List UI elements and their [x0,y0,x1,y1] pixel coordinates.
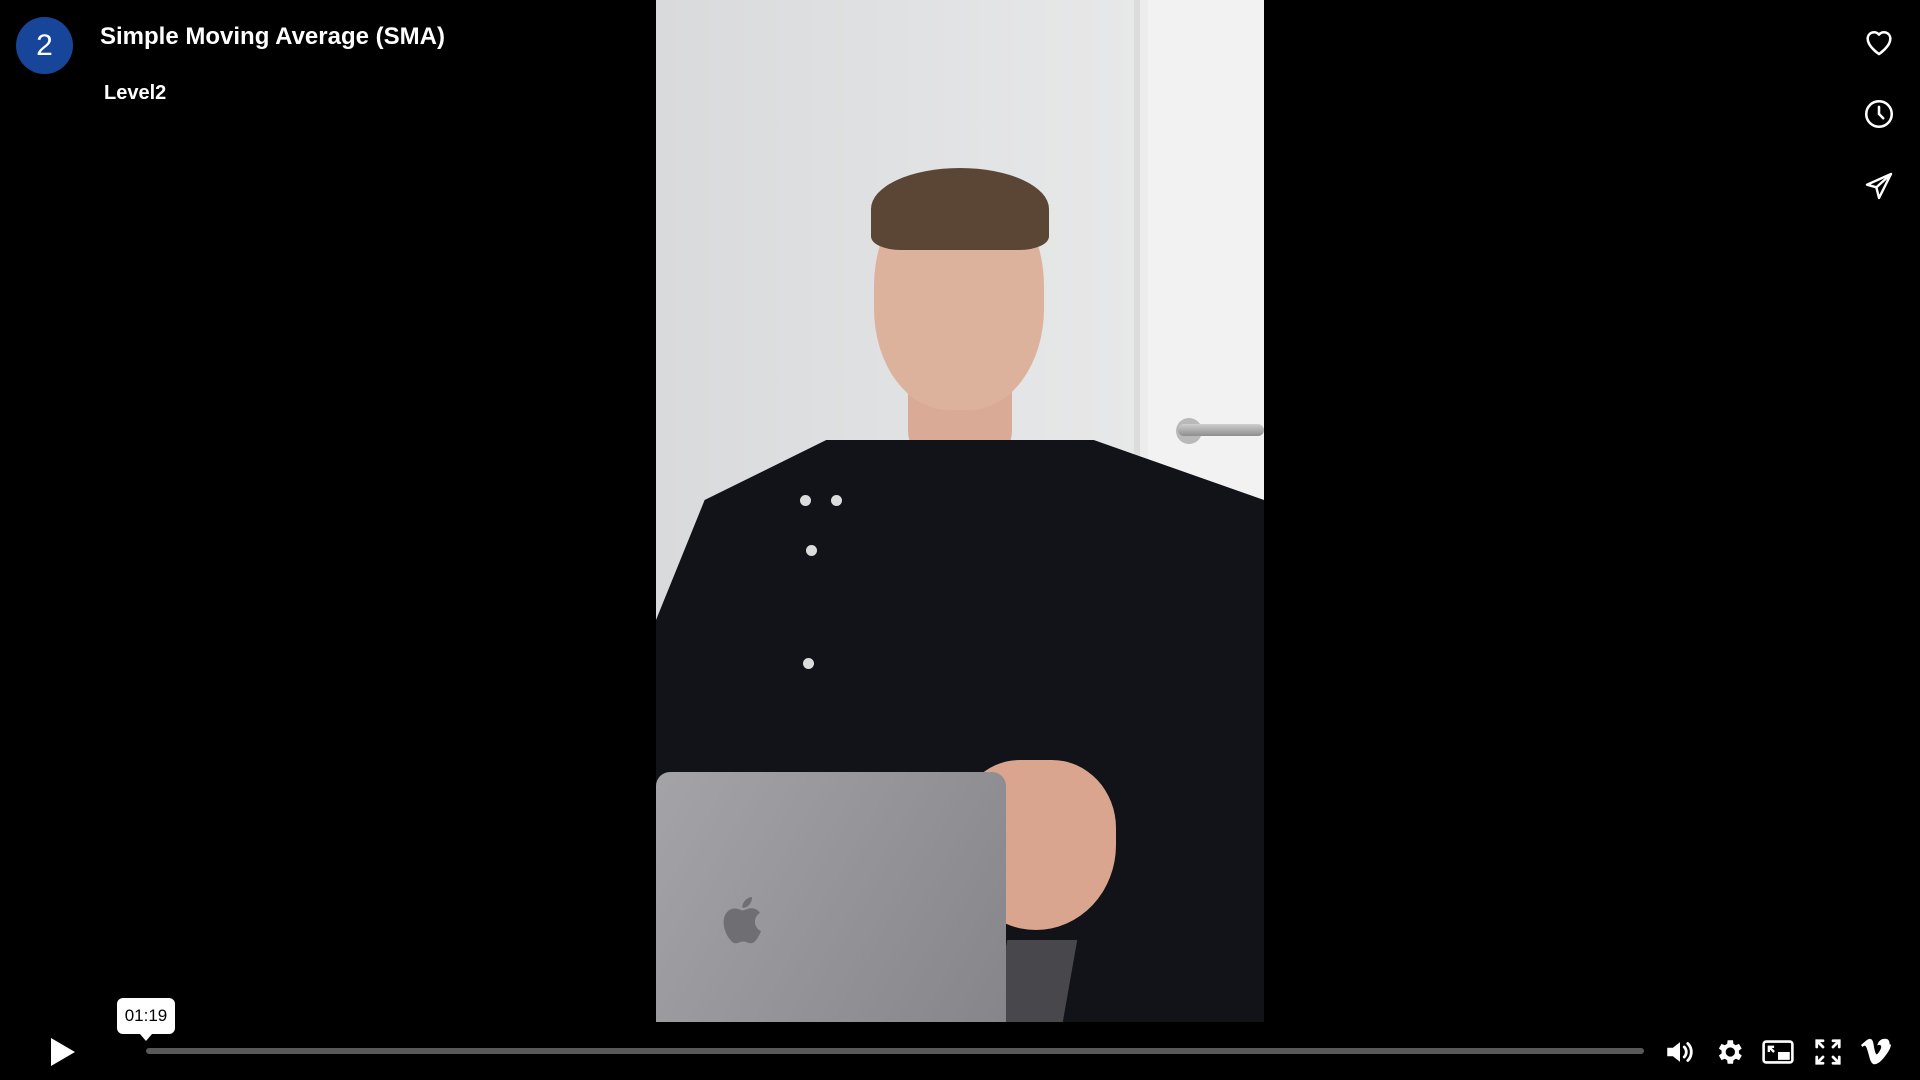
volume-icon [1667,1042,1693,1062]
play-button[interactable] [42,1032,82,1072]
fullscreen-button[interactable] [1808,1032,1848,1072]
shirt-button [803,658,814,669]
share-button[interactable] [1859,166,1899,206]
watch-later-button[interactable] [1859,94,1899,134]
fullscreen-icon [1815,1039,1841,1065]
picture-in-picture-icon [1762,1040,1794,1064]
laptop [656,772,1006,1022]
gear-icon [1718,1040,1742,1064]
progress-bar[interactable] [146,1048,1644,1054]
presenter-hair [871,168,1049,250]
vimeo-logo-icon [1861,1038,1891,1065]
door-handle [1178,424,1264,436]
shirt-button [831,495,842,506]
clock-icon [1864,99,1894,129]
door [1134,0,1264,520]
video-frame[interactable] [656,0,1264,1022]
paper-plane-icon [1865,172,1893,200]
like-button[interactable] [1859,22,1899,62]
channel-name[interactable]: Level2 [104,82,166,105]
settings-button[interactable] [1709,1032,1749,1072]
volume-button[interactable] [1660,1032,1700,1072]
channel-avatar[interactable]: 2 [16,17,73,74]
video-player[interactable]: 2 Simple Moving Average (SMA) Level2 01:… [0,0,1920,1080]
video-title[interactable]: Simple Moving Average (SMA) [100,23,445,51]
play-icon [51,1038,75,1066]
vimeo-logo-button[interactable] [1856,1032,1896,1072]
time-tooltip: 01:19 [117,998,175,1041]
shirt-button [800,495,811,506]
heart-icon [1866,30,1892,56]
picture-in-picture-button[interactable] [1758,1032,1798,1072]
avatar-text: 2 [36,28,53,62]
apple-logo-icon [723,897,761,944]
shirt-button [806,545,817,556]
